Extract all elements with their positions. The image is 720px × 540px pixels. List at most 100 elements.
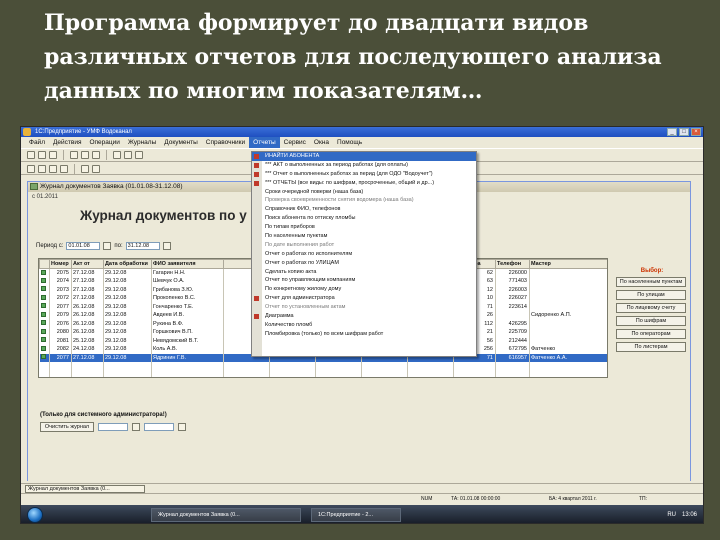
reports-menu-item-label: Отчет о работах по УЛИЦАМ bbox=[265, 259, 339, 266]
cell-empty bbox=[103, 362, 152, 371]
calendar-icon[interactable] bbox=[103, 242, 112, 250]
calendar-icon[interactable] bbox=[162, 242, 171, 250]
menu-directories[interactable]: Справочники bbox=[202, 137, 249, 148]
reports-menu-item[interactable]: *** ОТЧЕТЫ (все виды: по шифрам, просроч… bbox=[252, 179, 476, 188]
reports-menu-item[interactable]: По дате выполнения работ bbox=[252, 241, 476, 250]
language-indicator[interactable]: RU bbox=[667, 508, 676, 522]
menu-windows[interactable]: Окна bbox=[310, 137, 333, 148]
save-icon[interactable] bbox=[49, 151, 57, 159]
toolbar-divider bbox=[106, 150, 107, 160]
reports-menu-item[interactable]: *** Отчет о выполненных работах за перид… bbox=[252, 170, 476, 179]
paste-icon[interactable] bbox=[92, 151, 100, 159]
by-streets-button[interactable]: По улицам bbox=[616, 290, 686, 300]
delete-row-icon[interactable] bbox=[60, 164, 68, 173]
reports-menu-item[interactable]: Отчет по установленным актам bbox=[252, 303, 476, 312]
cell-act-date: 27.12.08 bbox=[71, 294, 104, 303]
taskbar-item-journal[interactable]: Журнал документов Заявка (0... bbox=[151, 508, 301, 522]
filter-icon[interactable] bbox=[81, 164, 89, 173]
period-to-field[interactable]: 31.12.08 bbox=[125, 242, 160, 250]
column-header[interactable]: Акт от bbox=[71, 259, 104, 269]
journal-heading: Журнал документов по у bbox=[80, 208, 247, 223]
report-icon bbox=[254, 314, 259, 320]
reports-menu-item[interactable]: Диаграмма bbox=[252, 312, 476, 321]
menu-service[interactable]: Сервис bbox=[280, 137, 310, 148]
reports-menu-item[interactable]: Отчет для администратора bbox=[252, 294, 476, 303]
by-settlements-button[interactable]: По населенным пунктам bbox=[616, 277, 686, 287]
column-header[interactable]: Телефон bbox=[495, 259, 530, 269]
reports-menu-item[interactable]: *** АКТ о выполненных за период работах … bbox=[252, 161, 476, 170]
reports-menu-item[interactable]: По населенным пунктам bbox=[252, 232, 476, 241]
menu-actions[interactable]: Действия bbox=[49, 137, 85, 148]
reports-menu-item[interactable]: Проверка своевременности снятия водомера… bbox=[252, 196, 476, 205]
by-codes-button[interactable]: По шифрам bbox=[616, 316, 686, 326]
column-header[interactable]: Номер bbox=[49, 259, 72, 269]
copy-row-icon[interactable] bbox=[38, 164, 46, 173]
cell-act-date: 26.12.08 bbox=[71, 311, 104, 320]
reports-menu-item[interactable]: Отчет о работах по УЛИЦАМ bbox=[252, 259, 476, 268]
reports-menu-item-label: По конкретному жилому дому bbox=[265, 286, 342, 293]
add-row-icon[interactable] bbox=[27, 164, 35, 173]
new-document-icon[interactable] bbox=[27, 151, 35, 159]
cell-processing-date: 29.12.08 bbox=[103, 268, 152, 277]
close-icon[interactable]: × bbox=[691, 128, 701, 136]
by-operators-button[interactable]: По операторам bbox=[616, 329, 686, 339]
minimize-icon[interactable]: _ bbox=[667, 128, 677, 136]
by-sheets-button[interactable]: По листерам bbox=[616, 342, 686, 352]
cell-empty bbox=[495, 370, 530, 377]
menu-operations[interactable]: Операции bbox=[85, 137, 123, 148]
open-icon[interactable] bbox=[38, 151, 46, 159]
reports-menu-item[interactable]: Количество пломб bbox=[252, 321, 476, 330]
sort-icon[interactable] bbox=[92, 164, 100, 173]
reports-menu-item[interactable]: Поиск абонента по оттиску пломбы bbox=[252, 214, 476, 223]
reports-menu-item-label: По дате выполнения работ bbox=[265, 241, 335, 248]
print-icon[interactable] bbox=[113, 151, 121, 159]
column-header[interactable]: Дата обработки bbox=[103, 259, 152, 269]
copy-icon[interactable] bbox=[81, 151, 89, 159]
start-button-icon[interactable] bbox=[27, 507, 43, 523]
admin-date-from-field[interactable] bbox=[98, 423, 128, 431]
menu-reports[interactable]: Отчеты bbox=[249, 137, 280, 148]
preview-icon[interactable] bbox=[124, 151, 132, 159]
taskbar-item-1c[interactable]: 1С:Предприятие - 2... bbox=[311, 508, 401, 522]
menu-file[interactable]: Файл bbox=[25, 137, 49, 148]
period-from-field[interactable]: 01.01.08 bbox=[66, 242, 101, 250]
reports-menu-item-label: Поиск абонента по оттиску пломбы bbox=[265, 215, 356, 222]
reports-menu-item[interactable]: Сделать копию акта bbox=[252, 268, 476, 277]
maximize-icon[interactable]: □ bbox=[679, 128, 689, 136]
column-header[interactable]: ФИО заявителя bbox=[151, 259, 224, 269]
row-icon-cell bbox=[39, 285, 50, 294]
menu-documents[interactable]: Документы bbox=[160, 137, 202, 148]
calendar-icon[interactable] bbox=[178, 423, 186, 431]
journal-window-tab[interactable]: Журнал документов Заявка (0... bbox=[25, 485, 145, 493]
reports-menu-item-label: ИНАЙТИ АБОНЕНТА bbox=[265, 153, 320, 159]
journal-icon bbox=[30, 183, 38, 190]
reports-menu-item[interactable]: По конкретному жилому дому bbox=[252, 285, 476, 294]
reports-menu-item[interactable]: Отчет по управляющим компаниям bbox=[252, 276, 476, 285]
cut-icon[interactable] bbox=[70, 151, 78, 159]
reports-menu-item[interactable]: ИНАЙТИ АБОНЕНТА bbox=[252, 152, 476, 161]
menu-journals[interactable]: Журналы bbox=[124, 137, 160, 148]
calendar-icon[interactable] bbox=[132, 423, 140, 431]
cell-master: Сидоренко А.П. bbox=[529, 311, 607, 320]
find-icon[interactable] bbox=[135, 151, 143, 159]
clear-journal-button[interactable]: Очистить журнал bbox=[40, 422, 94, 432]
column-header[interactable] bbox=[39, 259, 50, 269]
reports-menu-item[interactable]: Отчет о работах по исполнителям bbox=[252, 250, 476, 259]
toolbar-divider bbox=[74, 163, 75, 174]
by-account-button[interactable]: По лицевому счету bbox=[616, 303, 686, 313]
period-from-label: Период с: bbox=[36, 243, 64, 249]
cell-processing-date: 29.12.08 bbox=[103, 345, 152, 354]
admin-date-to-field[interactable] bbox=[144, 423, 174, 431]
cell-processing-date: 29.12.08 bbox=[103, 285, 152, 294]
edit-row-icon[interactable] bbox=[49, 164, 57, 173]
row-icon-cell bbox=[39, 277, 50, 286]
reports-menu-item[interactable]: Пломбировка (только) по всем шифрам рабо… bbox=[252, 330, 476, 339]
cell-empty bbox=[269, 370, 316, 377]
reports-menu-item[interactable]: Сроки очередной поверки (наша база) bbox=[252, 188, 476, 197]
cell-empty bbox=[529, 370, 607, 377]
menu-help[interactable]: Помощь bbox=[333, 137, 366, 148]
column-header[interactable]: Мастер bbox=[529, 259, 607, 269]
reports-menu-item[interactable]: По типам приборов bbox=[252, 223, 476, 232]
selection-label: Выбор: bbox=[640, 268, 664, 274]
reports-menu-item[interactable]: Справочник ФИО, телефонов bbox=[252, 205, 476, 214]
